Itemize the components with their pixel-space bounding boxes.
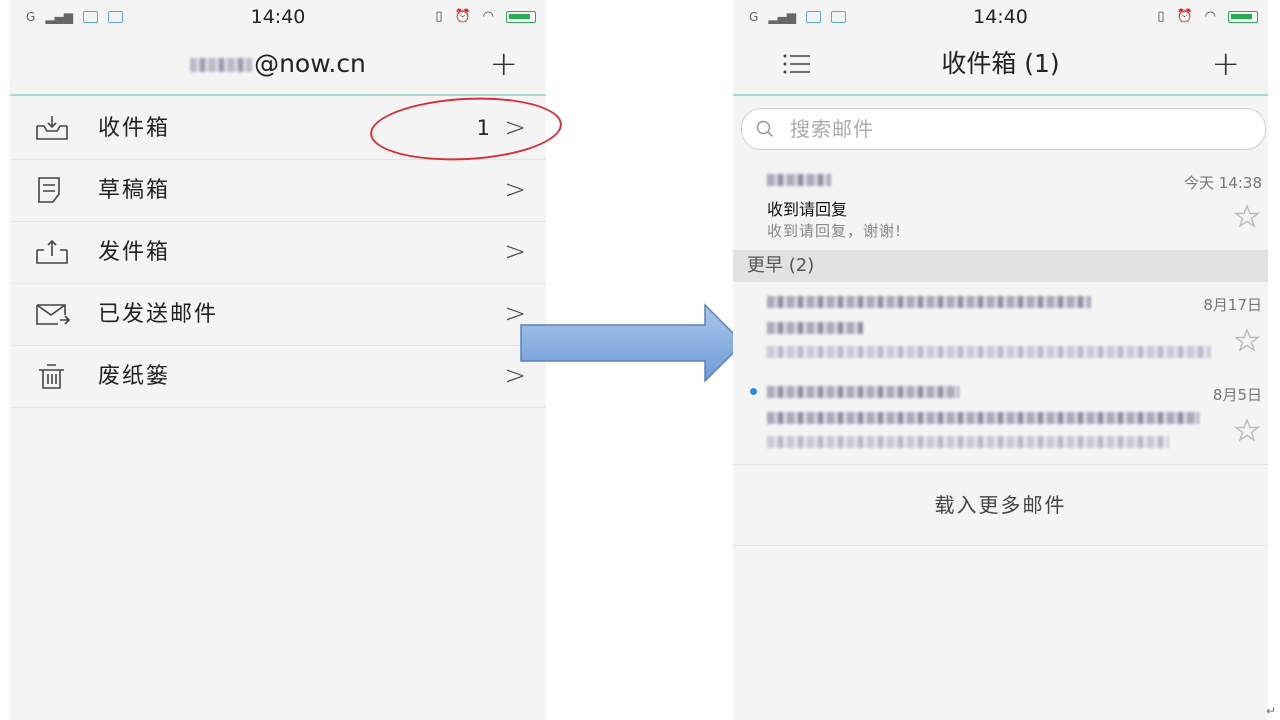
alarm-icon: ⏰ xyxy=(454,9,471,24)
search-icon xyxy=(756,120,774,138)
inbox-header: 收件箱 (1) + xyxy=(733,36,1268,96)
outbox-icon xyxy=(36,239,68,264)
folder-drafts[interactable]: 草稿箱 > xyxy=(10,160,546,222)
redacted-preview xyxy=(767,346,1211,358)
load-more-button[interactable]: 载入更多邮件 xyxy=(733,465,1268,546)
battery-icon xyxy=(506,10,536,23)
search-placeholder: 搜索邮件 xyxy=(790,117,874,141)
redacted-sender xyxy=(767,296,1091,308)
mail-item[interactable]: 8月5日 xyxy=(733,372,1268,465)
compose-button[interactable]: + xyxy=(1212,36,1241,92)
redacted-preview xyxy=(767,436,1169,448)
folder-outbox[interactable]: 发件箱 > xyxy=(10,222,546,284)
star-icon[interactable] xyxy=(1234,328,1260,352)
status-bar: G ▂▄▆ 14:40 ▯ ⏰ ◠ xyxy=(733,0,1268,36)
folder-sent[interactable]: 已发送邮件 > xyxy=(10,284,546,346)
page-title: 收件箱 (1) xyxy=(941,49,1060,78)
drafts-icon xyxy=(38,177,60,203)
alarm-icon: ⏰ xyxy=(1176,9,1193,24)
folder-label: 发件箱 xyxy=(98,240,171,265)
sent-icon xyxy=(36,304,71,325)
account-email: @now.cn xyxy=(254,49,366,78)
mail-time: 8月5日 xyxy=(1212,386,1262,404)
unread-dot xyxy=(750,388,757,395)
chevron-right-icon: > xyxy=(504,237,526,267)
star-icon[interactable] xyxy=(1234,418,1260,442)
inbox-icon xyxy=(36,116,68,140)
mail-preview: 收到请回复，谢谢! xyxy=(767,222,903,240)
section-label: 更早 (2) xyxy=(747,255,815,276)
redacted-subject xyxy=(767,412,1199,424)
mail-item[interactable]: 8月17日 xyxy=(733,282,1268,373)
folder-label: 废纸篓 xyxy=(98,364,171,389)
mail-time: 今天 14:38 xyxy=(1184,174,1262,192)
corner-arrow-icon: ↵ xyxy=(1265,704,1276,718)
redacted-sender xyxy=(767,174,831,186)
mail-item[interactable]: 今天 14:38 收到请回复 收到请回复，谢谢! xyxy=(733,160,1268,251)
folder-trash[interactable]: 废纸篓 > xyxy=(10,346,546,408)
status-bar: G ▂▄▆ 14:40 ▯ ⏰ ◠ xyxy=(10,0,546,36)
folder-label: 草稿箱 xyxy=(98,178,171,203)
search-input[interactable]: 搜索邮件 xyxy=(741,108,1266,150)
vibrate-icon: ▯ xyxy=(435,9,443,24)
wifi-icon: ◠ xyxy=(1204,9,1216,24)
vibrate-icon: ▯ xyxy=(1157,9,1165,24)
folder-label: 已发送邮件 xyxy=(98,302,219,327)
add-account-button[interactable]: + xyxy=(490,36,519,92)
battery-icon xyxy=(1228,10,1258,23)
chevron-right-icon: > xyxy=(504,175,526,205)
mail-time: 8月17日 xyxy=(1203,296,1262,314)
trash-icon xyxy=(39,364,64,389)
mail-subject: 收到请回复 xyxy=(767,200,848,219)
wifi-icon: ◠ xyxy=(482,9,494,24)
folder-label: 收件箱 xyxy=(98,116,171,141)
account-header: @now.cn + xyxy=(10,36,546,96)
redacted-sender xyxy=(767,386,959,398)
annotation-arrow xyxy=(520,303,745,383)
redacted-account-name xyxy=(190,58,253,72)
redacted-subject xyxy=(767,322,863,334)
inbox-screen: G ▂▄▆ 14:40 ▯ ⏰ ◠ 收件箱 (1) + 搜索邮件 今天 14:3… xyxy=(733,0,1268,720)
section-earlier: 更早 (2) xyxy=(733,250,1268,282)
star-icon[interactable] xyxy=(1234,204,1260,228)
